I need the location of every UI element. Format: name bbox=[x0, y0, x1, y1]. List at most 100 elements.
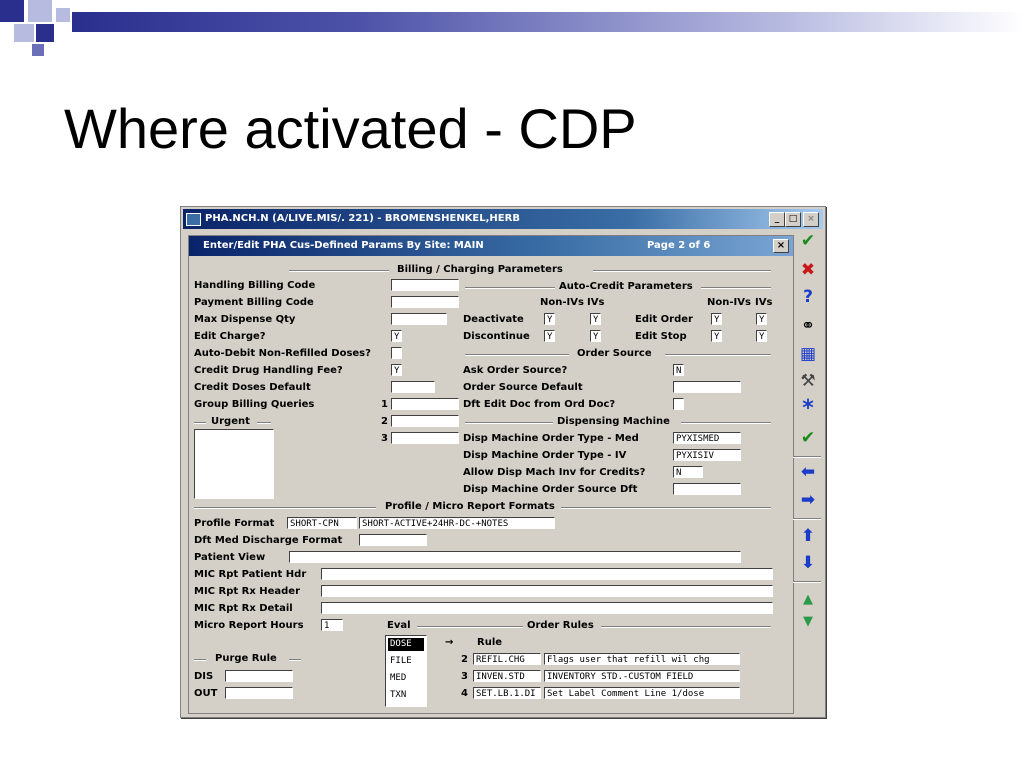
toolbar-separator bbox=[793, 518, 821, 520]
group-billing-field-1[interactable] bbox=[391, 398, 459, 410]
discontinue-nonivs-field[interactable]: Y bbox=[544, 330, 555, 342]
credit-doses-field[interactable] bbox=[391, 381, 435, 393]
form-header-title: Enter/Edit PHA Cus-Defined Params By Sit… bbox=[203, 240, 484, 251]
table-edit-icon[interactable]: ▦ bbox=[796, 344, 820, 364]
mic-patient-hdr-field[interactable] bbox=[321, 568, 773, 580]
section-autocredit: Auto-Credit Parameters bbox=[559, 281, 693, 292]
arrow-up-icon[interactable]: ⬆ bbox=[796, 526, 820, 546]
label-order-source-default: Order Source Default bbox=[463, 382, 583, 393]
dft-edit-doc-field[interactable] bbox=[673, 398, 684, 410]
minimize-button[interactable]: _ bbox=[769, 212, 785, 227]
section-line bbox=[465, 287, 555, 289]
col-header-nonivs-2: Non-IVs bbox=[707, 297, 751, 308]
deactivate-nonivs-field[interactable]: Y bbox=[544, 313, 555, 325]
rule-num: 4 bbox=[461, 688, 468, 699]
disp-iv-field[interactable]: PYXISIV bbox=[673, 449, 741, 461]
micro-hours-field[interactable]: 1 bbox=[321, 619, 343, 631]
label-micro-hours: Micro Report Hours bbox=[194, 620, 304, 631]
close-window-button[interactable]: × bbox=[803, 212, 819, 227]
tools-icon[interactable]: ⚒ bbox=[796, 371, 820, 391]
urgent-list[interactable] bbox=[194, 429, 274, 499]
allow-disp-field[interactable]: N bbox=[673, 466, 703, 478]
maximize-button[interactable]: □ bbox=[785, 212, 801, 227]
rule-desc-field[interactable]: Flags user that refill wil chg bbox=[544, 653, 740, 665]
arrow-right-icon: → bbox=[445, 637, 454, 648]
section-order-rules: Order Rules bbox=[527, 620, 594, 631]
edit-stop-ivs-field[interactable]: Y bbox=[756, 330, 767, 342]
rule-num: 2 bbox=[461, 654, 468, 665]
payment-billing-field[interactable] bbox=[391, 296, 459, 308]
rule-field[interactable]: SET.LB.1.DI bbox=[473, 687, 541, 699]
edit-charge-field[interactable]: Y bbox=[391, 330, 402, 342]
eval-item[interactable]: TXN bbox=[388, 689, 424, 702]
eval-item[interactable]: DOSE bbox=[388, 638, 424, 651]
purge-out-field[interactable] bbox=[225, 687, 293, 699]
label-patient-view: Patient View bbox=[194, 552, 266, 563]
toolbar-separator bbox=[793, 456, 821, 458]
patient-view-field[interactable] bbox=[289, 551, 741, 563]
slide-title: Where activated - CDP bbox=[64, 97, 637, 160]
eval-item[interactable]: FILE bbox=[388, 655, 424, 668]
label-purge-out: OUT bbox=[194, 688, 218, 699]
section-order-source: Order Source bbox=[577, 348, 652, 359]
app-icon bbox=[186, 213, 201, 226]
section-line bbox=[601, 626, 771, 628]
handling-billing-field[interactable] bbox=[391, 279, 459, 291]
arrow-right-icon[interactable]: ➡ bbox=[796, 490, 820, 510]
decor-square-1 bbox=[0, 0, 24, 22]
decor-square-6 bbox=[56, 8, 70, 22]
section-purge: Purge Rule bbox=[215, 653, 277, 664]
max-dispense-field[interactable] bbox=[391, 313, 447, 325]
disp-source-dft-field[interactable] bbox=[673, 483, 741, 495]
discharge-format-field[interactable] bbox=[359, 534, 427, 546]
label-dft-edit-doc: Dft Edit Doc from Ord Doc? bbox=[463, 399, 616, 410]
ask-order-source-field[interactable]: N bbox=[673, 364, 684, 376]
check-all-icon[interactable]: ✔ bbox=[796, 428, 820, 448]
section-profile: Profile / Micro Report Formats bbox=[385, 501, 555, 512]
binoculars-icon[interactable]: ⚭ bbox=[796, 316, 820, 336]
order-source-default-field[interactable] bbox=[673, 381, 741, 393]
discontinue-ivs-field[interactable]: Y bbox=[590, 330, 601, 342]
rule-desc-field[interactable]: Set Label Comment Line 1/dose bbox=[544, 687, 740, 699]
arrow-down-icon[interactable]: ⬇ bbox=[796, 553, 820, 573]
group-billing-field-2[interactable] bbox=[391, 415, 459, 427]
rule-num: 3 bbox=[461, 671, 468, 682]
asterisk-icon[interactable]: * bbox=[796, 398, 820, 420]
mic-rx-header-field[interactable] bbox=[321, 585, 773, 597]
group-billing-field-3[interactable] bbox=[391, 432, 459, 444]
window-titlebar: PHA.NCH.N (A/LIVE.MIS/. 221) - BROMENSHE… bbox=[183, 209, 823, 229]
label-mic-rx-header: MIC Rpt Rx Header bbox=[194, 586, 301, 597]
page-up-icon[interactable]: ▲ bbox=[796, 590, 820, 610]
eval-list[interactable]: DOSE FILE MED TXN bbox=[385, 635, 427, 707]
edit-order-nonivs-field[interactable]: Y bbox=[711, 313, 722, 325]
auto-debit-field[interactable] bbox=[391, 347, 402, 359]
mic-rx-detail-field[interactable] bbox=[321, 602, 773, 614]
rule-field[interactable]: INVEN.STD bbox=[473, 670, 541, 682]
edit-stop-nonivs-field[interactable]: Y bbox=[711, 330, 722, 342]
section-line bbox=[681, 422, 771, 424]
profile-format-field-1[interactable]: SHORT-CPN bbox=[287, 517, 357, 529]
label-edit-charge: Edit Charge? bbox=[194, 331, 266, 342]
arrow-left-icon[interactable]: ⬅ bbox=[796, 462, 820, 482]
check-icon[interactable]: ✔ bbox=[796, 231, 820, 251]
deactivate-ivs-field[interactable]: Y bbox=[590, 313, 601, 325]
decor-square-4 bbox=[36, 24, 54, 42]
rule-desc-field[interactable]: INVENTORY STD.-CUSTOM FIELD bbox=[544, 670, 740, 682]
profile-format-field-2[interactable]: SHORT-ACTIVE+24HR-DC-+NOTES bbox=[359, 517, 555, 529]
disp-med-field[interactable]: PYXISMED bbox=[673, 432, 741, 444]
label-payment-billing: Payment Billing Code bbox=[194, 297, 314, 308]
edit-order-ivs-field[interactable]: Y bbox=[756, 313, 767, 325]
purge-dis-field[interactable] bbox=[225, 670, 293, 682]
eval-item[interactable]: MED bbox=[388, 672, 424, 685]
decor-square-5 bbox=[32, 44, 44, 56]
section-billing: Billing / Charging Parameters bbox=[397, 264, 563, 275]
close-form-button[interactable]: × bbox=[773, 239, 789, 253]
page-down-icon[interactable]: ▼ bbox=[796, 612, 820, 632]
help-icon[interactable]: ? bbox=[796, 287, 820, 307]
section-line bbox=[194, 659, 206, 661]
credit-fee-field[interactable]: Y bbox=[391, 364, 402, 376]
group-billing-num-3: 3 bbox=[381, 433, 388, 444]
label-handling-billing: Handling Billing Code bbox=[194, 280, 316, 291]
rule-field[interactable]: REFIL.CHG bbox=[473, 653, 541, 665]
cancel-icon[interactable]: ✖ bbox=[796, 260, 820, 280]
